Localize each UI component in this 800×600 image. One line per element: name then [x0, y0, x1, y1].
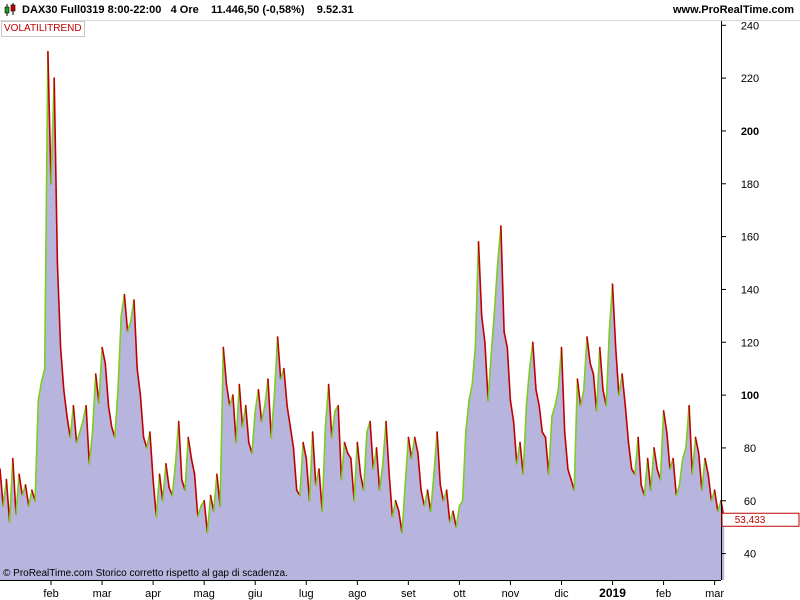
y-tick-label: 60: [744, 496, 756, 508]
x-tick-label: lug: [299, 588, 314, 600]
y-tick-label: 160: [741, 232, 759, 244]
x-tick-label: dic: [554, 588, 569, 600]
x-tick-label: mag: [193, 588, 214, 600]
y-tick-label: 200: [741, 126, 759, 138]
x-tick-label: feb: [656, 588, 671, 600]
x-tick-label: giu: [248, 588, 263, 600]
x-tick-label: 2019: [599, 586, 626, 600]
y-tick-label: 180: [741, 179, 759, 191]
y-tick-label: 140: [741, 284, 759, 296]
last-value-label: 53,433: [735, 515, 766, 526]
y-tick-label: 120: [741, 337, 759, 349]
y-tick-label: 40: [744, 549, 756, 561]
x-tick-label: mar: [93, 588, 112, 600]
volatility-chart[interactable]: 40 60 80 100 120 140 160 180 200 220 240 53,433 feb m…: [0, 0, 800, 600]
y-tick-label: 100: [741, 390, 759, 402]
indicator-label[interactable]: VOLATILITREND: [1, 21, 85, 37]
y-tick-label: 240: [741, 20, 759, 32]
x-tick-label: apr: [145, 588, 161, 600]
copyright-note: © ProRealTime.com Storico corretto rispe…: [3, 568, 288, 579]
x-tick-label: set: [401, 588, 416, 600]
y-tick-label: 80: [744, 443, 756, 455]
x-tick-label: ott: [453, 588, 465, 600]
x-tick-label: mar: [705, 588, 724, 600]
x-tick-label: feb: [43, 588, 58, 600]
x-tick-label: nov: [502, 588, 520, 600]
y-tick-label: 220: [741, 73, 759, 85]
x-tick-label: ago: [348, 588, 366, 600]
